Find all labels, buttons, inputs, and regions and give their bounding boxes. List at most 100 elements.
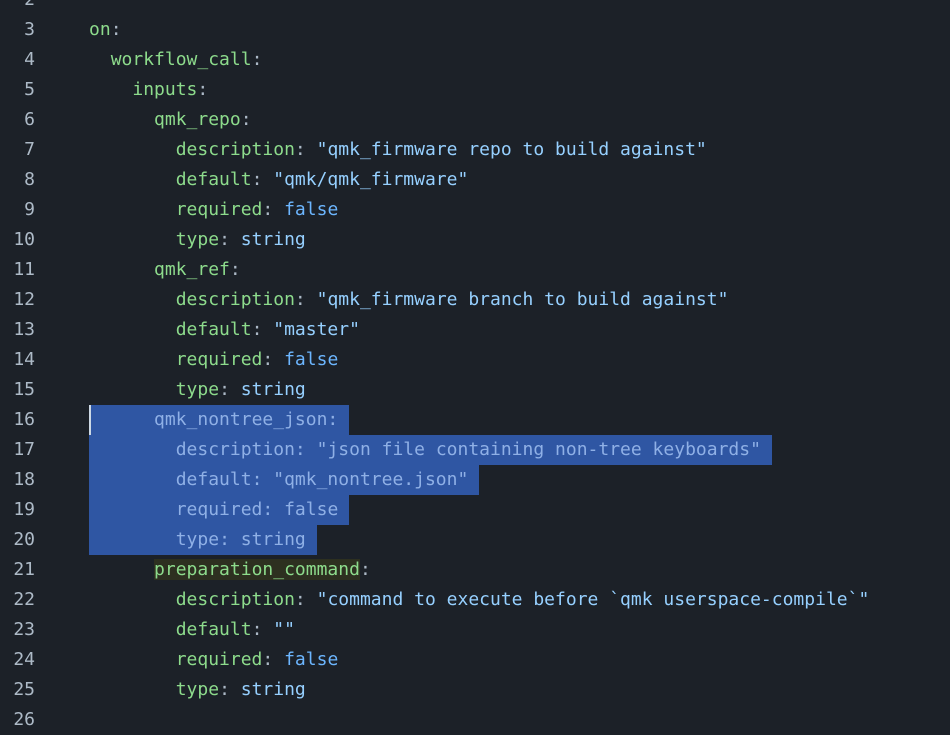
code-token: string — [240, 229, 306, 250]
code-text[interactable]: default: "qmk_nontree.json" — [89, 465, 480, 495]
code-line[interactable]: 18 default: "qmk_nontree.json" — [0, 465, 950, 495]
code-text[interactable]: qmk_repo: — [89, 105, 252, 135]
code-token: required — [175, 199, 263, 220]
code-token: default — [175, 619, 252, 640]
code-token: default — [175, 169, 252, 190]
code-token: : — [251, 49, 263, 70]
code-token: string — [240, 379, 306, 400]
code-editor[interactable]: 23on:4 workflow_call:5 inputs:6 qmk_repo… — [0, 0, 950, 735]
line-number: 2 — [0, 0, 35, 15]
code-line[interactable]: 24 required: false — [0, 645, 950, 675]
code-line[interactable]: 21 preparation_command: — [0, 555, 950, 585]
line-number: 3 — [24, 19, 35, 40]
code-text[interactable]: description: "command to execute before … — [89, 585, 870, 615]
code-line[interactable]: 6 qmk_repo: — [0, 105, 950, 135]
code-token: : — [294, 289, 317, 310]
code-line[interactable]: 5 inputs: — [0, 75, 950, 105]
line-number: 17 — [13, 439, 35, 460]
code-line[interactable]: 20 type: string — [0, 525, 950, 555]
code-token: qmk_ref — [154, 259, 230, 280]
code-token: "" — [273, 619, 295, 640]
code-text[interactable]: type: string — [89, 375, 306, 405]
code-line[interactable]: 14 required: false — [0, 345, 950, 375]
code-text[interactable]: required: false — [89, 495, 350, 525]
code-line[interactable]: 4 workflow_call: — [0, 45, 950, 75]
code-token: : — [327, 409, 339, 430]
line-number: 12 — [13, 289, 35, 310]
code-token: description — [175, 289, 295, 310]
line-number: 5 — [24, 79, 35, 100]
line-number: 9 — [24, 199, 35, 220]
code-token: "json file containing non-tree keyboards… — [316, 439, 761, 460]
code-text[interactable]: required: false — [89, 345, 339, 375]
code-line[interactable]: 15 type: string — [0, 375, 950, 405]
code-token: inputs — [132, 79, 198, 100]
code-line[interactable]: 23 default: "" — [0, 615, 950, 645]
code-line[interactable]: 9 required: false — [0, 195, 950, 225]
code-token: qmk_nontree_json — [154, 409, 328, 430]
code-line[interactable]: 19 required: false — [0, 495, 950, 525]
code-text[interactable]: qmk_nontree_json: — [89, 405, 350, 435]
line-number: 16 — [13, 409, 35, 430]
code-token: required — [175, 649, 263, 670]
code-line[interactable]: 11 qmk_ref: — [0, 255, 950, 285]
code-line[interactable]: 10 type: string — [0, 225, 950, 255]
line-number: 25 — [13, 679, 35, 700]
code-text[interactable]: description: "json file containing non-t… — [89, 435, 772, 465]
code-text[interactable]: required: false — [89, 645, 339, 675]
code-token: : — [219, 529, 241, 550]
code-token: : — [251, 319, 274, 340]
code-text[interactable]: default: "qmk/qmk_firmware" — [89, 165, 469, 195]
code-line[interactable]: 3 on: — [0, 15, 950, 45]
code-text[interactable]: description: "qmk_firmware branch to bui… — [89, 285, 729, 315]
code-token: : — [262, 499, 285, 520]
code-text[interactable]: description: "qmk_firmware repo to build… — [89, 135, 707, 165]
line-number: 15 — [13, 379, 35, 400]
code-text[interactable]: workflow_call: — [89, 45, 263, 75]
code-text[interactable]: type: string — [89, 675, 306, 705]
code-token: : — [359, 559, 371, 580]
line-number: 10 — [13, 229, 35, 250]
line-number: 4 — [24, 49, 35, 70]
code-token: description — [175, 589, 295, 610]
code-line[interactable]: 8 default: "qmk/qmk_firmware" — [0, 165, 950, 195]
line-number: 13 — [13, 319, 35, 340]
code-line[interactable]: 26 — [0, 705, 950, 735]
line-number: 7 — [24, 139, 35, 160]
line-number: 8 — [24, 169, 35, 190]
code-token: type — [175, 679, 220, 700]
code-token: workflow_call — [110, 49, 252, 70]
code-text[interactable]: qmk_ref: — [89, 255, 241, 285]
code-text[interactable]: required: false — [89, 195, 339, 225]
code-line[interactable]: 7 description: "qmk_firmware repo to bui… — [0, 135, 950, 165]
code-token: required — [175, 349, 263, 370]
code-token: : — [240, 109, 252, 130]
code-token: : — [294, 589, 317, 610]
code-line[interactable]: 22 description: "command to execute befo… — [0, 585, 950, 615]
code-token: "qmk_nontree.json" — [273, 469, 469, 490]
code-text[interactable]: default: "" — [89, 615, 295, 645]
code-token: preparation_command — [154, 559, 360, 580]
code-line[interactable]: 12 description: "qmk_firmware branch to … — [0, 285, 950, 315]
code-token: required — [175, 499, 263, 520]
line-number: 24 — [13, 649, 35, 670]
code-text[interactable]: type: string — [89, 225, 306, 255]
code-line[interactable]: 13 default: "master" — [0, 315, 950, 345]
code-token: : — [219, 379, 241, 400]
code-text[interactable]: preparation_command: — [89, 555, 371, 585]
code-text[interactable]: type: string — [89, 525, 317, 555]
code-line[interactable]: 17 description: "json file containing no… — [0, 435, 950, 465]
line-number: 23 — [13, 619, 35, 640]
code-text[interactable]: on: — [89, 15, 122, 45]
code-text[interactable]: default: "master" — [89, 315, 360, 345]
code-text[interactable]: inputs: — [89, 75, 208, 105]
line-number: 21 — [13, 559, 35, 580]
code-line[interactable]: 16 qmk_nontree_json: — [0, 405, 950, 435]
code-line[interactable]: 2 — [0, 0, 950, 15]
code-line[interactable]: 25 type: string — [0, 675, 950, 705]
code-token: : — [262, 649, 285, 670]
code-token: : — [262, 349, 285, 370]
code-token: type — [175, 379, 220, 400]
code-token: : — [251, 169, 274, 190]
code-token: : — [294, 139, 317, 160]
